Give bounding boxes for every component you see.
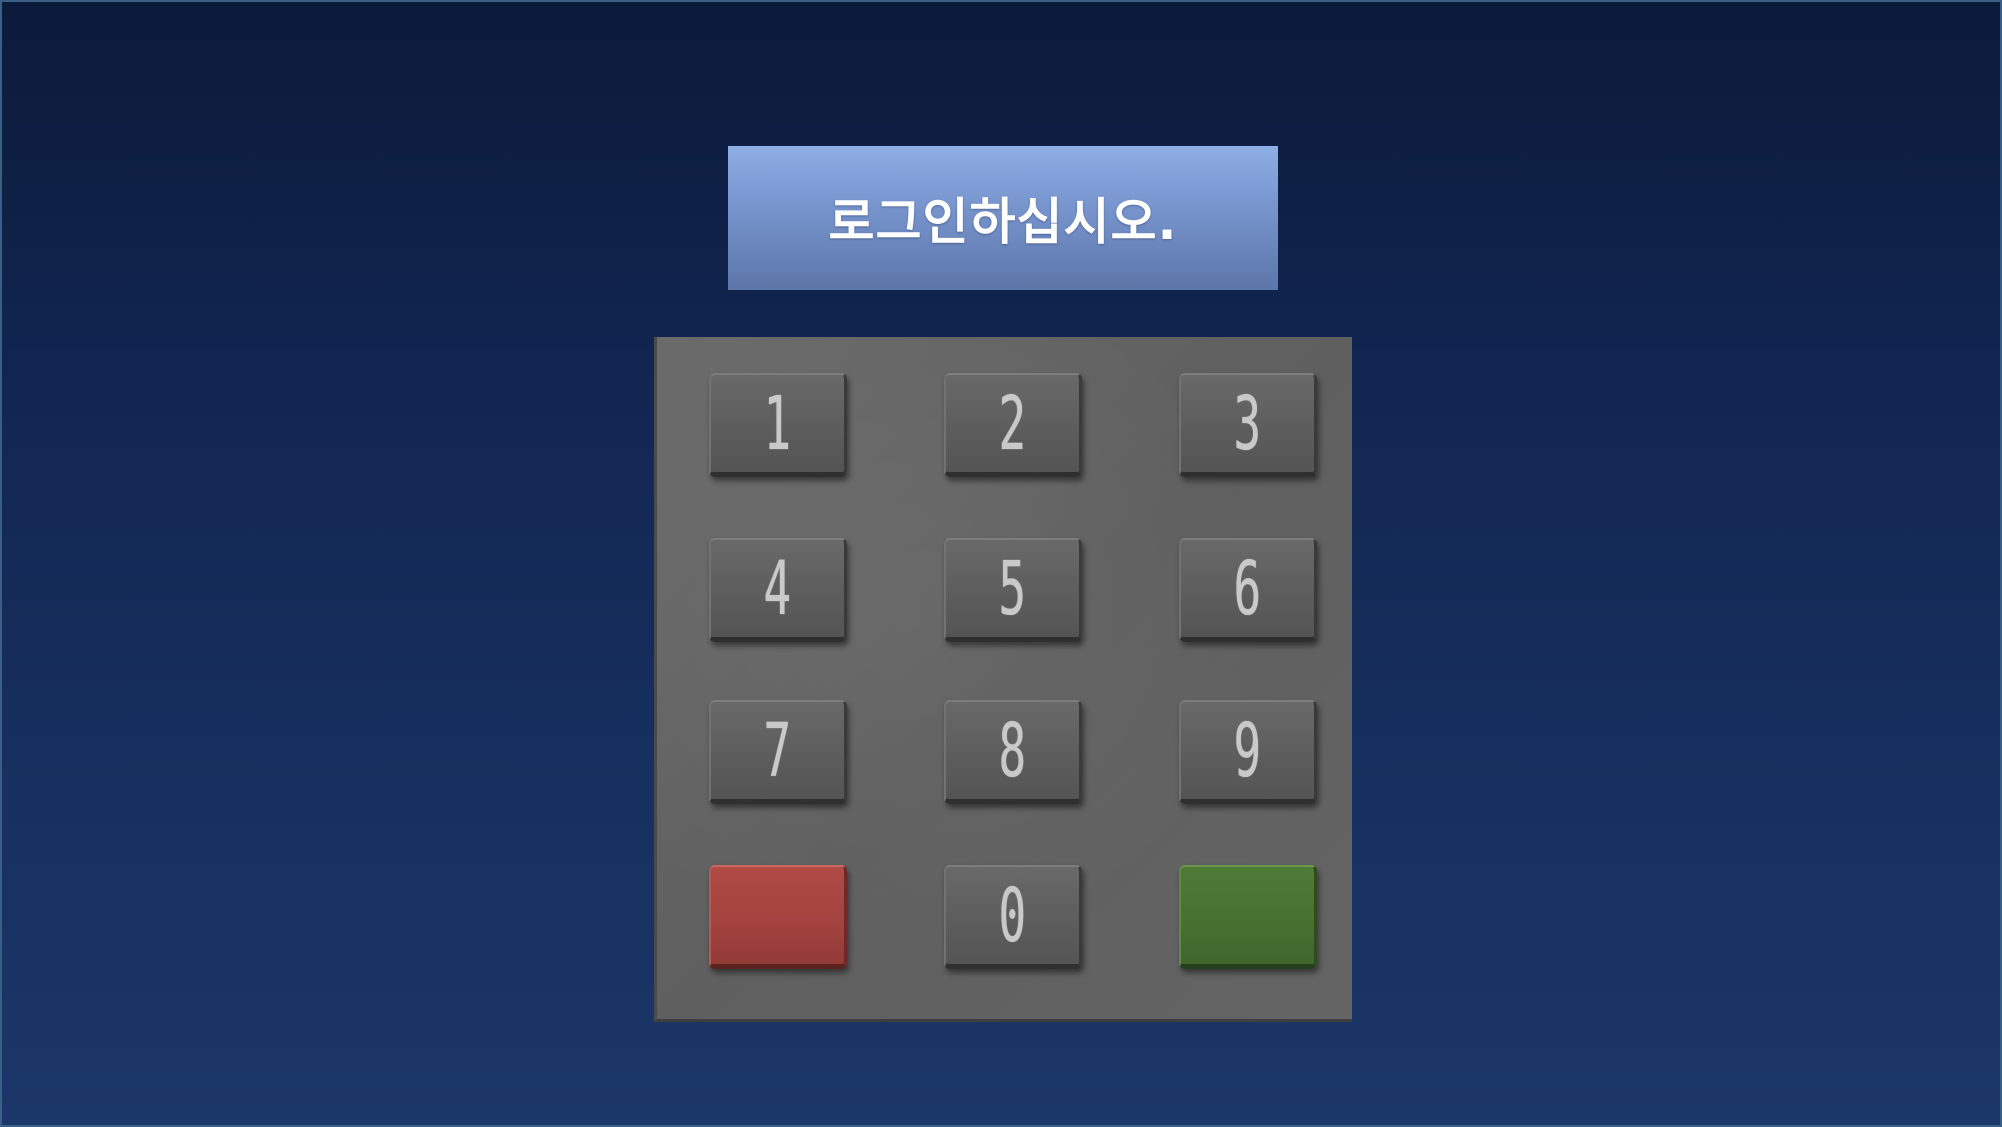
keypad-key-1[interactable]: 1 [709, 373, 847, 477]
keypad-key-8[interactable]: 8 [944, 700, 1082, 804]
login-screen: 로그인하십시오. 1 2 3 4 5 6 7 8 9 0 [0, 0, 2002, 1127]
keypad-enter-button[interactable] [1179, 865, 1317, 969]
keypad-key-label: 6 [1233, 545, 1262, 632]
keypad-key-label: 1 [763, 380, 792, 467]
keypad-key-label: 7 [763, 707, 792, 794]
keypad-key-label: 0 [998, 872, 1027, 959]
keypad-key-label: 8 [998, 707, 1027, 794]
keypad-key-6[interactable]: 6 [1179, 538, 1317, 642]
keypad-key-9[interactable]: 9 [1179, 700, 1317, 804]
keypad-key-label: 3 [1233, 380, 1262, 467]
keypad-key-label: 2 [998, 380, 1027, 467]
login-prompt-text: 로그인하십시오. [828, 193, 1178, 251]
keypad-key-2[interactable]: 2 [944, 373, 1082, 477]
keypad-key-label: 9 [1233, 707, 1262, 794]
keypad-cancel-button[interactable] [709, 865, 847, 969]
keypad-key-7[interactable]: 7 [709, 700, 847, 804]
keypad-panel: 1 2 3 4 5 6 7 8 9 0 [654, 337, 1352, 1022]
keypad-key-0[interactable]: 0 [944, 865, 1082, 969]
keypad-key-3[interactable]: 3 [1179, 373, 1317, 477]
keypad-key-4[interactable]: 4 [709, 538, 847, 642]
login-prompt-banner: 로그인하십시오. [728, 146, 1278, 290]
keypad-key-label: 5 [998, 545, 1027, 632]
keypad-key-label: 4 [763, 545, 792, 632]
keypad-key-5[interactable]: 5 [944, 538, 1082, 642]
